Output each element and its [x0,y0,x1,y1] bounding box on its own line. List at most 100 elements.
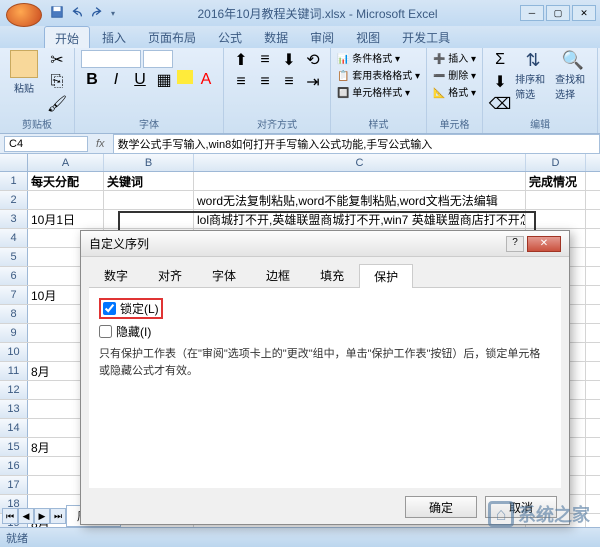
col-header-d[interactable]: D [526,154,586,171]
row-header[interactable]: 9 [0,324,28,342]
redo-icon[interactable] [90,5,106,21]
row-header[interactable]: 8 [0,305,28,323]
table-format-button[interactable]: 📋 套用表格格式 ▾ [337,67,420,82]
insert-cell-button[interactable]: ➕ 插入 ▾ [433,50,476,65]
dlg-tab-align[interactable]: 对齐 [143,263,197,287]
fill-color-icon[interactable] [177,70,193,84]
cond-format-button[interactable]: 📊 条件格式 ▾ [337,50,420,65]
name-box[interactable]: C4 [4,136,88,152]
sheet-nav-first-icon[interactable]: ⏮ [2,508,18,524]
autosum-icon[interactable]: Σ [489,50,511,70]
align-left-icon[interactable]: ≡ [230,72,252,92]
paste-button[interactable]: 粘贴 [6,50,42,95]
underline-icon[interactable]: U [129,70,151,90]
format-cell-button[interactable]: 📐 格式 ▾ [433,84,476,99]
dlg-tab-border[interactable]: 边框 [251,263,305,287]
align-right-icon[interactable]: ≡ [278,72,300,92]
fill-icon[interactable]: ⬇ [489,72,511,92]
delete-cell-button[interactable]: ➖ 删除 ▾ [433,67,476,82]
cell[interactable] [526,191,586,209]
sort-button[interactable]: ⇅排序和筛选 [515,50,551,101]
row-header[interactable]: 7 [0,286,28,304]
save-icon[interactable] [50,5,66,21]
row-header[interactable]: 14 [0,419,28,437]
format-painter-icon[interactable]: 🖌 [46,94,68,114]
row-header[interactable]: 12 [0,381,28,399]
border-icon[interactable]: ▦ [153,70,175,90]
cut-icon[interactable]: ✂ [46,50,68,70]
align-bottom-icon[interactable]: ⬇ [278,50,300,70]
row-header[interactable]: 6 [0,267,28,285]
cell-style-button[interactable]: 🔲 单元格样式 ▾ [337,84,420,99]
tab-layout[interactable]: 页面布局 [138,26,206,48]
indent-icon[interactable]: ⇥ [302,72,324,92]
row-header[interactable]: 16 [0,457,28,475]
tab-view[interactable]: 视图 [346,26,390,48]
dlg-tab-protect[interactable]: 保护 [359,264,413,288]
select-all-corner[interactable] [0,154,28,171]
dlg-tab-number[interactable]: 数字 [89,263,143,287]
row-header[interactable]: 13 [0,400,28,418]
hide-checkbox[interactable] [99,325,112,338]
align-top-icon[interactable]: ⬆ [230,50,252,70]
fx-icon[interactable]: fx [88,138,113,150]
tab-home[interactable]: 开始 [44,26,90,48]
lock-checkbox[interactable] [103,302,116,315]
hide-label[interactable]: 隐藏(I) [116,323,151,340]
row-header[interactable]: 11 [0,362,28,380]
dialog-titlebar[interactable]: 自定义序列 ? ✕ [81,231,569,257]
sheet-nav-next-icon[interactable]: ▶ [34,508,50,524]
dialog-close-button[interactable]: ✕ [527,236,561,252]
row-header[interactable]: 1 [0,172,28,190]
cell[interactable] [194,172,526,190]
find-button[interactable]: 🔍查找和选择 [555,50,591,101]
font-family-combo[interactable] [81,50,141,68]
row-header[interactable]: 4 [0,229,28,247]
cell[interactable] [104,210,194,228]
tab-dev[interactable]: 开发工具 [392,26,460,48]
formula-input[interactable]: 数学公式手写输入,win8如何打开手写输入公式功能,手写公式输入 [113,134,600,154]
undo-icon[interactable] [70,5,86,21]
ok-button[interactable]: 确定 [405,496,477,518]
cell[interactable] [104,191,194,209]
col-header-b[interactable]: B [104,154,194,171]
row-header[interactable]: 10 [0,343,28,361]
tab-insert[interactable]: 插入 [92,26,136,48]
dialog-help-button[interactable]: ? [506,236,524,252]
copy-icon[interactable]: ⎘ [46,72,68,92]
cell[interactable] [526,210,586,228]
row-header[interactable]: 3 [0,210,28,228]
tab-data[interactable]: 数据 [254,26,298,48]
clear-icon[interactable]: ⌫ [489,94,511,114]
italic-icon[interactable]: I [105,70,127,90]
dlg-tab-fill[interactable]: 填充 [305,263,359,287]
close-button[interactable]: ✕ [572,5,596,21]
cell[interactable]: 10月1日 [28,210,104,228]
tab-formula[interactable]: 公式 [208,26,252,48]
cell[interactable]: 关键词 [104,172,194,190]
col-header-a[interactable]: A [28,154,104,171]
cell[interactable]: word无法复制粘贴,word不能复制粘贴,word文档无法编辑 [194,191,526,209]
align-mid-icon[interactable]: ≡ [254,50,276,70]
cell[interactable]: 每天分配 [28,172,104,190]
sheet-nav-last-icon[interactable]: ⏭ [50,508,66,524]
orientation-icon[interactable]: ⟲ [302,50,324,70]
minimize-button[interactable]: ─ [520,5,544,21]
row-header[interactable]: 5 [0,248,28,266]
lock-label[interactable]: 锁定(L) [120,300,159,317]
font-color-icon[interactable]: A [195,70,217,90]
col-header-c[interactable]: C [194,154,526,171]
sheet-nav-prev-icon[interactable]: ◀ [18,508,34,524]
cell[interactable] [28,191,104,209]
row-header[interactable]: 17 [0,476,28,494]
tab-review[interactable]: 审阅 [300,26,344,48]
cell[interactable]: lol商城打不开,英雄联盟商城打不开,win7 英雄联盟商店打不开怎么办 [194,210,526,228]
office-button[interactable] [6,3,42,27]
cell[interactable]: 完成情况 [526,172,586,190]
bold-icon[interactable]: B [81,70,103,90]
font-size-combo[interactable] [143,50,173,68]
maximize-button[interactable]: ▢ [546,5,570,21]
align-center-icon[interactable]: ≡ [254,72,276,92]
row-header[interactable]: 2 [0,191,28,209]
row-header[interactable]: 15 [0,438,28,456]
